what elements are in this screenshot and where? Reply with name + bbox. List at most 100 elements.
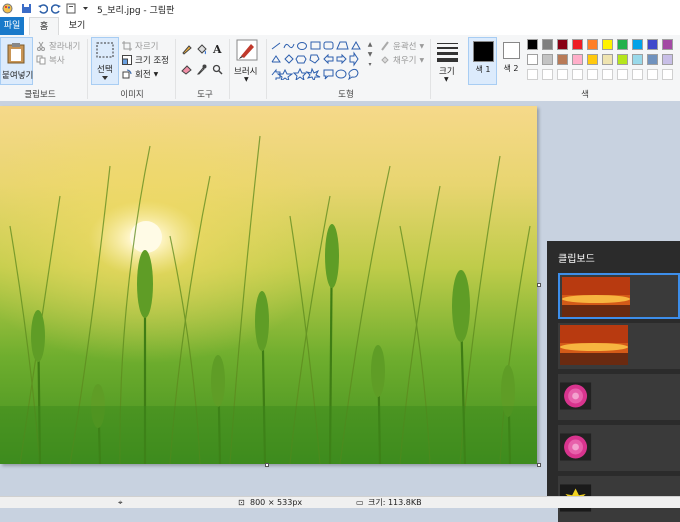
eraser-icon[interactable] (181, 64, 192, 75)
crop-button[interactable]: 자르기 (122, 40, 158, 52)
copy-label: 복사 (49, 56, 65, 66)
color-swatch[interactable] (587, 54, 598, 65)
tab-file[interactable]: 파일 (0, 17, 24, 35)
redo-icon[interactable] (51, 3, 62, 14)
chevron-down-icon (102, 76, 108, 80)
chevron-down-icon: ▼ (419, 56, 425, 64)
rotate-button[interactable]: 회전 ▼ (122, 68, 158, 80)
clipboard-item[interactable] (558, 425, 680, 471)
color-swatch[interactable] (662, 39, 673, 50)
ribbon-tabs: 파일 홈 보기 (0, 17, 680, 36)
resize-button[interactable]: 크기 조정 (122, 54, 169, 66)
image-dimensions-icon: ⊡ (238, 498, 245, 507)
resize-icon (122, 55, 132, 65)
color-swatch[interactable] (572, 39, 583, 50)
color-swatch[interactable] (527, 54, 538, 65)
size-button[interactable]: 크기 ▼ (434, 37, 462, 85)
color-swatch[interactable] (602, 54, 613, 65)
clipboard-item[interactable] (558, 273, 680, 319)
cut-button[interactable]: 잘라내기 (36, 40, 80, 52)
color-swatch[interactable] (542, 39, 553, 50)
image-group-label: 이미지 (120, 90, 144, 100)
print-icon[interactable] (66, 3, 77, 14)
outline-button[interactable]: 윤곽선 ▼ (380, 40, 424, 52)
resize-handle-right[interactable] (537, 283, 541, 287)
customize-toolbar-icon[interactable] (80, 3, 91, 14)
color-swatch[interactable] (602, 69, 613, 80)
fill-button[interactable]: 채우기 ▼ (380, 54, 424, 66)
clipboard-item[interactable] (558, 374, 680, 420)
color-swatch[interactable] (617, 39, 628, 50)
copy-button[interactable]: 복사 (36, 54, 65, 66)
color-swatch[interactable] (557, 39, 568, 50)
color-swatch[interactable] (632, 54, 643, 65)
color-swatch[interactable] (632, 69, 643, 80)
tab-home[interactable]: 홈 (29, 17, 59, 35)
color2-button[interactable]: 색 2 (500, 37, 524, 85)
cut-label: 잘라내기 (49, 42, 81, 52)
color-picker-icon[interactable] (196, 64, 207, 75)
status-bar: ⌖ ⊡ 800 × 533px ▭ 크기: 113.8KB (0, 496, 680, 508)
color-swatch[interactable] (527, 39, 538, 50)
paste-label: 붙여넣기 (2, 71, 34, 81)
color-swatch[interactable] (557, 54, 568, 65)
colors-group-label: 색 (581, 90, 589, 100)
outline-icon (381, 41, 389, 51)
paint-app-icon[interactable] (2, 3, 13, 14)
color-swatch[interactable] (617, 69, 628, 80)
color-swatch[interactable] (632, 39, 643, 50)
divider (266, 39, 267, 99)
color-swatch[interactable] (572, 54, 583, 65)
color1-swatch (473, 41, 494, 62)
paste-button[interactable]: 붙여넣기 (0, 37, 33, 85)
color-swatch[interactable] (542, 54, 553, 65)
shapes-gallery[interactable] (270, 40, 376, 80)
barley-field-photo (0, 106, 537, 464)
image-dimensions: 800 × 533px (250, 498, 303, 507)
color-swatch[interactable] (602, 39, 613, 50)
color-swatch[interactable] (647, 54, 658, 65)
color-swatch[interactable] (587, 39, 598, 50)
sunset-thumbnail (560, 325, 628, 365)
divider (87, 39, 88, 99)
color-swatch[interactable] (662, 54, 673, 65)
pink-dahlia-thumbnail (560, 382, 592, 410)
resize-handle-bottom[interactable] (265, 463, 269, 467)
color-swatch[interactable] (542, 69, 553, 80)
rotate-icon (122, 69, 132, 79)
color-swatch[interactable] (587, 69, 598, 80)
image-canvas[interactable] (0, 106, 537, 464)
select-label: 선택 (97, 65, 113, 75)
tab-view[interactable]: 보기 (62, 17, 92, 35)
clipboard-history-panel: 클립보드 (547, 241, 680, 522)
chevron-down-icon: ▼ (444, 76, 449, 83)
resize-handle-corner[interactable] (537, 463, 541, 467)
color-swatch[interactable] (557, 69, 568, 80)
undo-icon[interactable] (37, 3, 48, 14)
brushes-button[interactable]: 브러시 ▼ (232, 37, 262, 85)
color-palette (527, 39, 679, 87)
magnifier-icon[interactable] (212, 64, 223, 75)
file-size: 크기: 113.8KB (368, 498, 422, 507)
text-tool-icon[interactable]: A (213, 43, 222, 56)
file-size-icon: ▭ (356, 498, 364, 507)
color-swatch[interactable] (647, 69, 658, 80)
resize-label: 크기 조정 (135, 56, 169, 66)
color-swatch[interactable] (617, 54, 628, 65)
color1-button[interactable]: 색 1 (468, 37, 497, 85)
outline-label: 윤곽선 (393, 42, 417, 52)
crop-icon (122, 41, 132, 51)
save-icon[interactable] (21, 3, 32, 14)
copy-icon (36, 55, 46, 65)
select-button[interactable]: 선택 (91, 37, 119, 85)
shapes-scroll[interactable]: ▲ ▼ ▾ (366, 40, 374, 80)
color-swatch[interactable] (647, 39, 658, 50)
color-swatch[interactable] (527, 69, 538, 80)
color-swatch[interactable] (572, 69, 583, 80)
divider (430, 39, 431, 99)
fill-bucket-icon[interactable] (196, 44, 207, 55)
pencil-icon[interactable] (181, 44, 192, 55)
color-swatch[interactable] (662, 69, 673, 80)
clipboard-item[interactable] (558, 323, 680, 369)
sunset-thumbnail (562, 277, 630, 317)
